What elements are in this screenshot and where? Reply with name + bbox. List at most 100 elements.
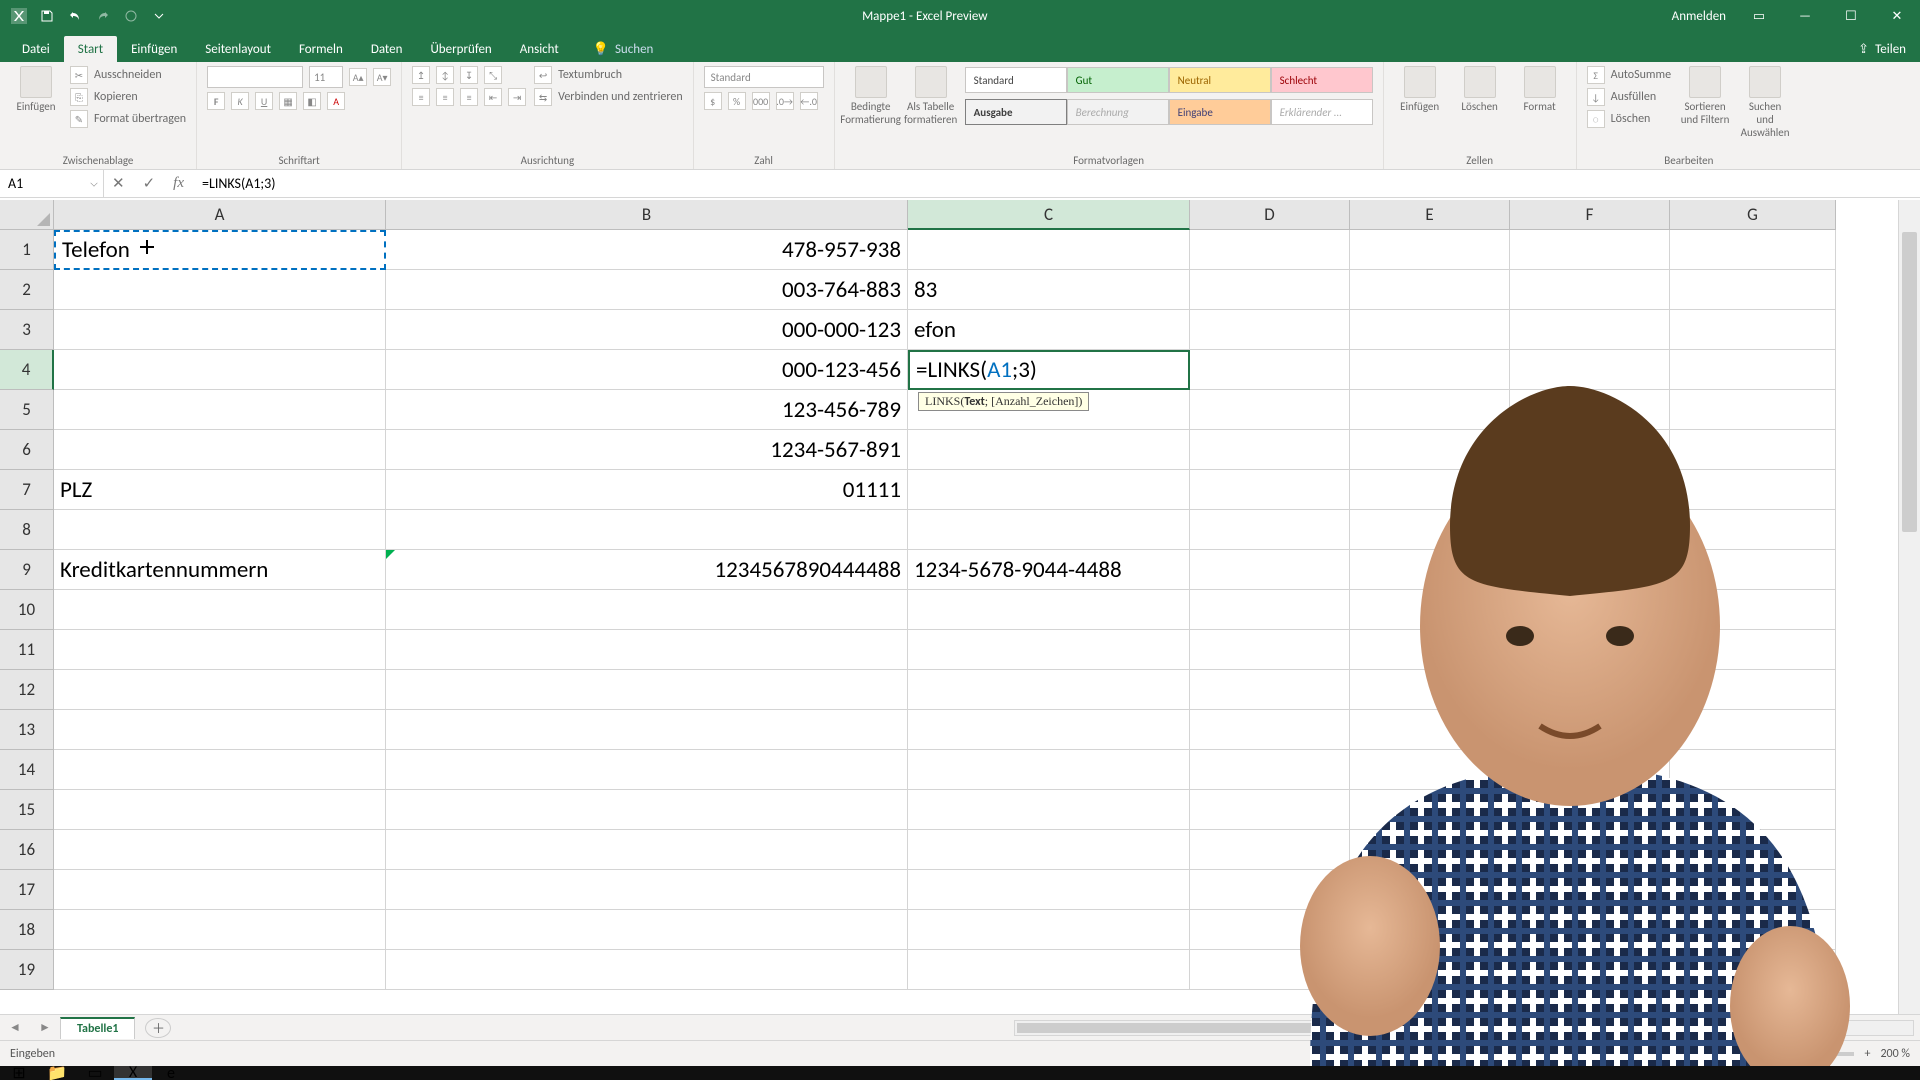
style-gut[interactable]: Gut	[1067, 67, 1169, 93]
row-header-4[interactable]: 4	[0, 350, 54, 390]
indent-decrease-icon[interactable]: ⇤	[484, 88, 502, 106]
cell-D14[interactable]	[1190, 750, 1350, 790]
cell-F8[interactable]	[1510, 510, 1670, 550]
cell-G2[interactable]	[1670, 270, 1836, 310]
cancel-formula-button[interactable]: ✕	[112, 174, 125, 193]
cell-F1[interactable]	[1510, 230, 1670, 270]
cell-F2[interactable]	[1510, 270, 1670, 310]
start-button[interactable]: ⊞	[0, 1066, 38, 1080]
align-left-icon[interactable]: ≡	[412, 88, 430, 106]
cell-D1[interactable]	[1190, 230, 1350, 270]
sort-filter-button[interactable]: Sortieren und Filtern	[1679, 66, 1731, 126]
indent-increase-icon[interactable]: ⇥	[508, 88, 526, 106]
signin-link[interactable]: Anmelden	[1672, 9, 1726, 24]
cell-C7[interactable]	[908, 470, 1190, 510]
row-header-17[interactable]: 17	[0, 870, 54, 910]
zoom-slider[interactable]	[1734, 1052, 1854, 1056]
column-header-D[interactable]: D	[1190, 200, 1350, 230]
row-header-16[interactable]: 16	[0, 830, 54, 870]
cell-E4[interactable]	[1350, 350, 1510, 390]
horizontal-scrollbar[interactable]	[1014, 1020, 1914, 1036]
cell-D9[interactable]	[1190, 550, 1350, 590]
row-header-5[interactable]: 5	[0, 390, 54, 430]
cell-F14[interactable]	[1510, 750, 1670, 790]
format-as-table-button[interactable]: Als Tabelle formatieren	[905, 66, 957, 126]
style-berechnung[interactable]: Berechnung	[1067, 99, 1169, 125]
tab-seitenlayout[interactable]: Seitenlayout	[191, 36, 285, 62]
number-format-select[interactable]: Standard	[704, 66, 824, 88]
thousands-icon[interactable]: 000	[752, 92, 770, 110]
tab-ansicht[interactable]: Ansicht	[506, 36, 573, 62]
cell-E12[interactable]	[1350, 670, 1510, 710]
cell-B13[interactable]	[386, 710, 908, 750]
cell-D19[interactable]	[1190, 950, 1350, 990]
font-color-button[interactable]: A	[327, 92, 345, 110]
cell-C14[interactable]	[908, 750, 1190, 790]
cell-B10[interactable]	[386, 590, 908, 630]
cell-A12[interactable]	[54, 670, 386, 710]
cell-F6[interactable]	[1510, 430, 1670, 470]
column-header-B[interactable]: B	[386, 200, 908, 230]
cell-G6[interactable]	[1670, 430, 1836, 470]
cell-E5[interactable]	[1350, 390, 1510, 430]
cell-A7[interactable]: PLZ	[54, 470, 386, 510]
cell-D10[interactable]	[1190, 590, 1350, 630]
cell-E14[interactable]	[1350, 750, 1510, 790]
cell-C11[interactable]	[908, 630, 1190, 670]
delete-cells-button[interactable]: Löschen	[1454, 66, 1506, 113]
cell-D16[interactable]	[1190, 830, 1350, 870]
share-button[interactable]: ⇪ Teilen	[1844, 36, 1920, 62]
sheet-nav-next-icon[interactable]: ►	[39, 1020, 51, 1035]
zoom-level[interactable]: 200 %	[1880, 1047, 1910, 1061]
cell-G16[interactable]	[1670, 830, 1836, 870]
cell-E2[interactable]	[1350, 270, 1510, 310]
increase-decimal-icon[interactable]: .0→	[776, 92, 794, 110]
tab-formeln[interactable]: Formeln	[285, 36, 357, 62]
row-header-15[interactable]: 15	[0, 790, 54, 830]
cell-G8[interactable]	[1670, 510, 1836, 550]
column-header-G[interactable]: G	[1670, 200, 1836, 230]
cell-A5[interactable]	[54, 390, 386, 430]
decrease-decimal-icon[interactable]: ←.0	[800, 92, 818, 110]
cell-B6[interactable]: 1234-567-891	[386, 430, 908, 470]
cell-C8[interactable]	[908, 510, 1190, 550]
name-box[interactable]: A1	[0, 170, 104, 197]
style-ausgabe[interactable]: Ausgabe	[965, 99, 1067, 125]
qat-customize-icon[interactable]	[148, 5, 170, 27]
cell-A10[interactable]	[54, 590, 386, 630]
cell-B2[interactable]: 003-764-883	[386, 270, 908, 310]
redo-icon[interactable]	[92, 5, 114, 27]
column-header-A[interactable]: A	[54, 200, 386, 230]
cell-A1[interactable]: Telefon	[54, 230, 386, 270]
fill-button[interactable]: ↓Ausfüllen	[1587, 88, 1671, 106]
ribbon-display-icon[interactable]: ▭	[1736, 0, 1782, 32]
wrap-text-button[interactable]: ↩Textumbruch	[534, 66, 683, 84]
cell-G12[interactable]	[1670, 670, 1836, 710]
insert-function-button[interactable]: fx	[173, 175, 184, 192]
cell-F17[interactable]	[1510, 870, 1670, 910]
row-header-14[interactable]: 14	[0, 750, 54, 790]
row-header-1[interactable]: 1	[0, 230, 54, 270]
align-bottom-icon[interactable]: ↧	[460, 66, 478, 84]
cell-G5[interactable]	[1670, 390, 1836, 430]
minimize-button[interactable]: —	[1782, 0, 1828, 32]
cell-C16[interactable]	[908, 830, 1190, 870]
row-header-8[interactable]: 8	[0, 510, 54, 550]
align-right-icon[interactable]: ≡	[460, 88, 478, 106]
cell-D11[interactable]	[1190, 630, 1350, 670]
chevron-down-icon[interactable]	[90, 179, 97, 186]
tell-me-search[interactable]: 💡 Suchen	[593, 42, 654, 62]
zoom-handle[interactable]	[1792, 1048, 1798, 1060]
row-header-7[interactable]: 7	[0, 470, 54, 510]
cell-C15[interactable]	[908, 790, 1190, 830]
cell-B5[interactable]: 123-456-789	[386, 390, 908, 430]
maximize-button[interactable]: ☐	[1828, 0, 1874, 32]
cell-G15[interactable]	[1670, 790, 1836, 830]
tab-daten[interactable]: Daten	[357, 36, 417, 62]
cell-A19[interactable]	[54, 950, 386, 990]
cell-F13[interactable]	[1510, 710, 1670, 750]
cell-G11[interactable]	[1670, 630, 1836, 670]
cell-A8[interactable]	[54, 510, 386, 550]
add-sheet-button[interactable]: ＋	[145, 1018, 171, 1038]
cell-F19[interactable]	[1510, 950, 1670, 990]
